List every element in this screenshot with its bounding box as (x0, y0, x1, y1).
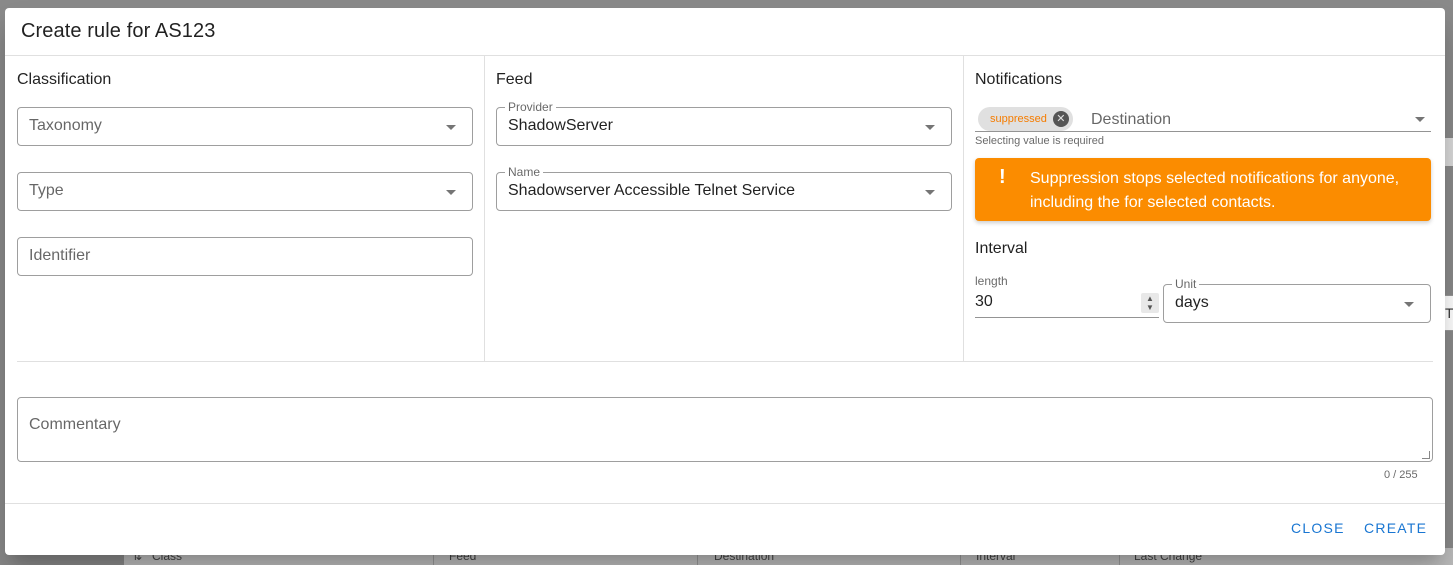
unit-value: days (1175, 294, 1209, 311)
suppressed-chip[interactable]: suppressed ✕ (978, 107, 1073, 131)
column-divider (484, 56, 485, 361)
character-counter: 0 / 255 (1384, 469, 1418, 481)
commentary-textarea[interactable]: Commentary (17, 397, 1433, 462)
identifier-placeholder: Identifier (29, 247, 91, 264)
classification-title: Classification (17, 71, 112, 88)
taxonomy-select[interactable]: Taxonomy (17, 107, 473, 146)
dialog-title: Create rule for AS123 (21, 20, 216, 42)
destination-underline (975, 131, 1431, 132)
chevron-down-icon (446, 190, 456, 195)
length-underline (975, 317, 1159, 318)
unit-select[interactable]: Unit days (1163, 277, 1431, 323)
notifications-title: Notifications (975, 71, 1063, 88)
title-divider (5, 55, 1445, 56)
identifier-input[interactable]: Identifier (17, 237, 473, 276)
column-divider (963, 56, 964, 361)
close-icon[interactable]: ✕ (1052, 111, 1069, 127)
destination-input[interactable]: Destination (1091, 111, 1171, 129)
chevron-down-icon (1404, 302, 1414, 307)
provider-label: Provider (505, 100, 556, 114)
length-input[interactable]: 30 (975, 293, 993, 311)
chevron-down-icon[interactable] (1415, 117, 1425, 122)
resize-handle[interactable] (1422, 451, 1430, 459)
feed-title: Feed (496, 71, 533, 88)
warning-icon: ! (999, 166, 1006, 188)
chevron-down-icon (925, 125, 935, 130)
feed-name-select[interactable]: Name Shadowserver Accessible Telnet Serv… (496, 165, 952, 211)
close-button[interactable]: CLOSE (1291, 520, 1345, 536)
actions-divider (5, 503, 1445, 504)
taxonomy-placeholder: Taxonomy (29, 117, 102, 134)
section-divider (17, 361, 1433, 362)
number-spinner[interactable]: ▲ ▼ (1141, 293, 1159, 313)
chevron-down-icon (446, 125, 456, 130)
create-button[interactable]: CREATE (1364, 520, 1427, 536)
unit-label: Unit (1172, 277, 1200, 291)
type-placeholder: Type (29, 182, 64, 199)
destination-hint: Selecting value is required (975, 135, 1105, 147)
provider-select[interactable]: Provider ShadowServer (496, 100, 952, 146)
feed-name-label: Name (505, 165, 544, 179)
suppression-warning-alert: ! Suppression stops selected notificatio… (975, 158, 1431, 221)
type-select[interactable]: Type (17, 172, 473, 211)
chip-label: suppressed (990, 113, 1047, 125)
feed-name-value: Shadowserver Accessible Telnet Service (508, 182, 795, 199)
interval-title: Interval (975, 240, 1028, 257)
create-rule-dialog: Create rule for AS123 Classification Tax… (5, 8, 1445, 555)
chevron-down-icon (925, 190, 935, 195)
provider-value: ShadowServer (508, 117, 613, 134)
alert-text: Suppression stops selected notifications… (1030, 170, 1400, 211)
length-label: length (975, 274, 1008, 288)
commentary-placeholder: Commentary (29, 416, 121, 433)
